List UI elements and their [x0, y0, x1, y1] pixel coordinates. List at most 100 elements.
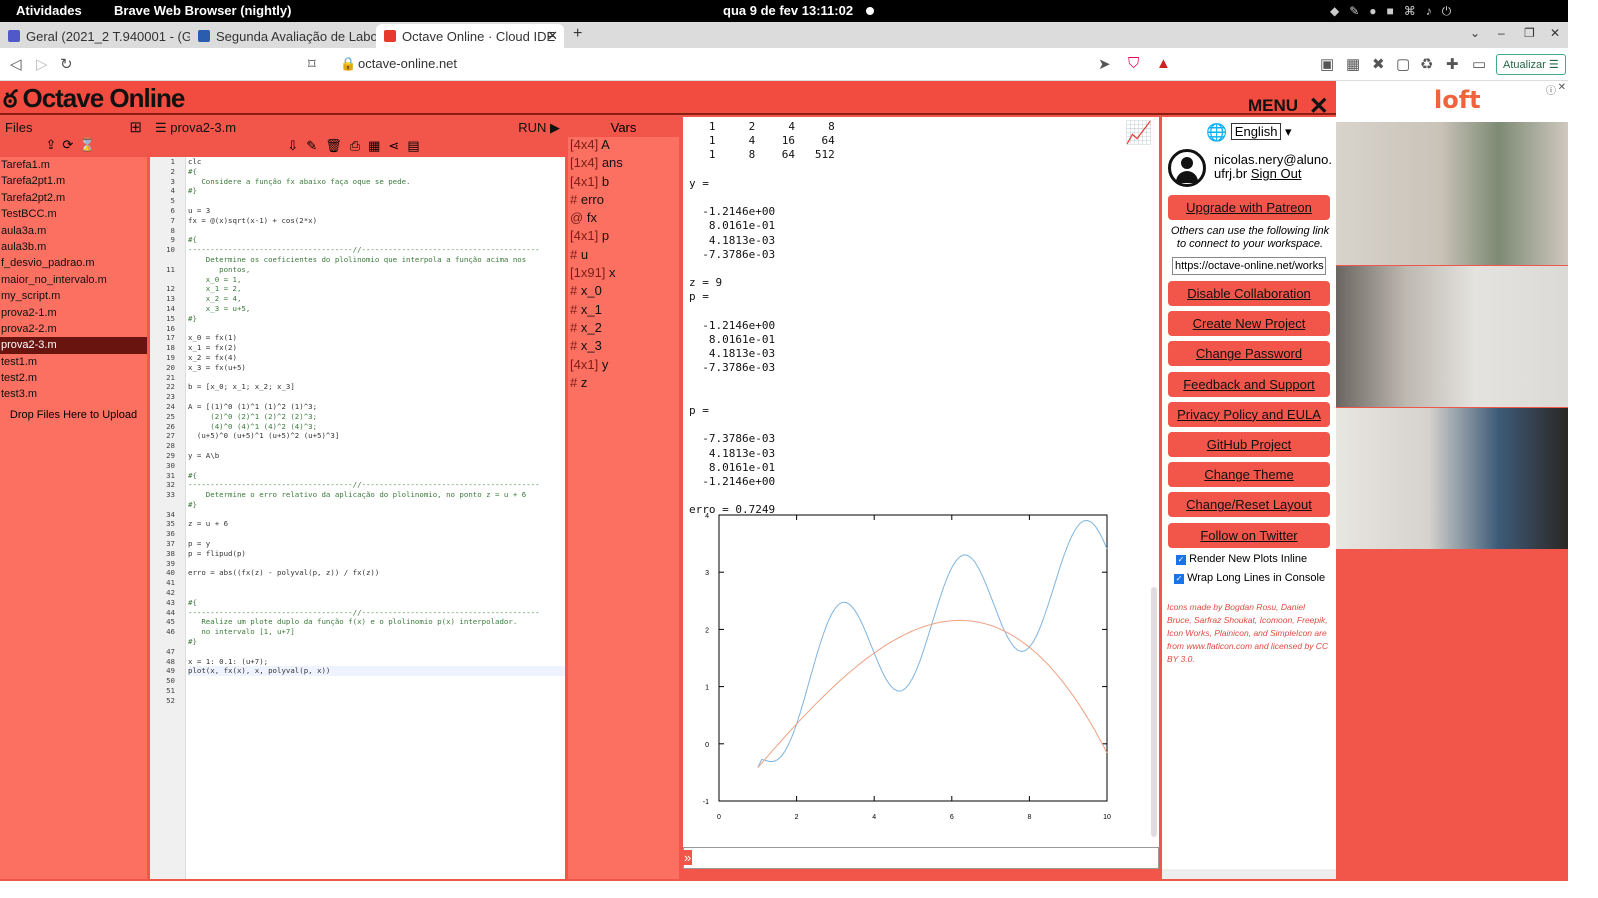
reload-icon[interactable]: ↻ [60, 55, 73, 73]
close-tab-icon[interactable]: ✕ [547, 28, 558, 44]
recycle-icon[interactable]: ♻ [1420, 55, 1433, 73]
file-item[interactable]: Tarefa2pt2.m [0, 190, 147, 206]
file-item[interactable]: test1.m [0, 354, 147, 370]
close-menu-icon[interactable]: ✕ [1309, 93, 1329, 120]
language-select[interactable]: 🌐 English ▾ [1206, 121, 1292, 142]
apartment-photo-3[interactable] [1336, 408, 1568, 549]
send-icon[interactable]: ➤ [1098, 55, 1111, 73]
file-item[interactable]: aula3b.m [0, 239, 147, 255]
var-item[interactable]: [1x91] x [568, 265, 679, 283]
account-button[interactable]: Follow on Twitter [1168, 522, 1330, 548]
var-item[interactable]: # u [568, 247, 679, 265]
var-item[interactable]: # x_1 [568, 302, 679, 320]
var-item[interactable]: # z [568, 375, 679, 393]
back-icon[interactable]: ◁ [10, 55, 22, 73]
code-area[interactable]: clc #{ Considere a função fx abaixo faça … [188, 157, 565, 879]
rewards-icon[interactable]: ▲ [1156, 55, 1171, 72]
upgrade-patreon-button[interactable]: Upgrade with Patreon [1168, 195, 1330, 220]
tab-list-icon[interactable]: ⌄ [1470, 26, 1480, 40]
account-button[interactable]: Change Theme [1168, 462, 1330, 488]
loft-logo[interactable]: loft [1434, 86, 1481, 114]
file-item[interactable]: my_script.m [0, 288, 147, 304]
extension-icon[interactable]: ▣ [1320, 55, 1334, 73]
upload-icon[interactable]: ⇪ [46, 137, 63, 152]
account-button[interactable]: Feedback and Support [1168, 371, 1330, 397]
brave-shield-icon[interactable]: ⛉ [1128, 55, 1139, 72]
refresh-icon[interactable]: ⟳ [62, 137, 79, 152]
print-icon[interactable]: ⎙ [350, 138, 368, 153]
screen-icon[interactable]: ▢ [1396, 55, 1410, 73]
download-icon[interactable]: ⇩ [287, 138, 306, 153]
var-item[interactable]: # erro [568, 192, 679, 210]
clock[interactable]: qua 9 de fev 13:11:02 [723, 3, 853, 18]
tab-avaliacao[interactable]: Segunda Avaliação de Labora [190, 24, 376, 48]
file-item[interactable]: Tarefa1.m [0, 157, 147, 173]
excel-icon[interactable]: ✖ [1372, 55, 1385, 73]
command-input[interactable]: » [683, 847, 1159, 869]
var-item[interactable]: # x_2 [568, 320, 679, 338]
account-button[interactable]: Privacy Policy and EULA [1168, 401, 1330, 427]
file-item[interactable]: Tarefa2pt1.m [0, 173, 147, 189]
octave-logo[interactable]: ఠ Octave Online [3, 83, 185, 119]
file-item[interactable]: prova2-3.m [0, 337, 147, 354]
account-button[interactable]: GitHub Project [1168, 432, 1330, 457]
check-icon[interactable]: ✓ [1176, 555, 1186, 565]
puzzle-icon[interactable]: ✚ [1446, 55, 1459, 73]
file-item[interactable]: f_desvio_padrao.m [0, 255, 147, 271]
file-item[interactable]: prova2-2.m [0, 321, 147, 337]
save-icon[interactable]: ▤ [407, 138, 427, 153]
check-icon[interactable]: ✓ [1174, 574, 1184, 584]
plot-icon[interactable]: 📈 [1125, 121, 1152, 146]
close-window-icon[interactable]: ✕ [1550, 26, 1560, 40]
share-icon[interactable]: ⋖ [388, 138, 407, 153]
var-item[interactable]: # x_0 [568, 283, 679, 301]
file-item[interactable]: test2.m [0, 370, 147, 386]
tab-geral[interactable]: Geral (2021_2 T.940001 - (G [0, 24, 190, 48]
app-name[interactable]: Brave Web Browser (nightly) [114, 3, 291, 18]
render-inline-option[interactable]: ✓ Render New Plots Inline [1176, 553, 1307, 565]
forward-icon[interactable]: ▷ [36, 55, 48, 73]
activities-button[interactable]: Atividades [16, 3, 82, 18]
file-item[interactable]: maior_no_intervalo.m [0, 272, 147, 288]
ad-info-icon[interactable]: ⓘ [1546, 82, 1556, 97]
account-button[interactable]: Disable Collaboration [1168, 281, 1330, 306]
share-url-field[interactable]: https://octave-online.net/works [1172, 257, 1326, 275]
var-item[interactable]: # x_3 [568, 338, 679, 356]
wrap-lines-option[interactable]: ✓ Wrap Long Lines in Console [1174, 572, 1325, 584]
bookmark-icon[interactable]: ⌑ [308, 55, 316, 73]
account-button[interactable]: Change Password [1168, 341, 1330, 367]
apartment-photo-1[interactable] [1336, 122, 1568, 265]
menu-button[interactable]: MENU ✕ [1248, 89, 1329, 120]
tab-octave-online[interactable]: Octave Online · Cloud IDE ✕ [376, 24, 564, 48]
file-item[interactable]: prova2-1.m [0, 305, 147, 321]
var-item[interactable]: @ fx [568, 210, 679, 228]
console-scrollbar[interactable] [1151, 587, 1157, 837]
var-item[interactable]: [4x4] A [568, 137, 679, 155]
new-file-icon[interactable]: ⊞ [129, 118, 142, 136]
update-button[interactable]: Atualizar ☰ [1496, 54, 1566, 75]
wallet-icon[interactable]: ▭ [1472, 55, 1486, 73]
calendar-icon[interactable]: ▦ [1346, 55, 1360, 73]
url-field[interactable]: 🔒 octave-online.net [330, 53, 1120, 75]
rename-icon[interactable]: ✎ [306, 138, 325, 153]
bucket-icon[interactable]: ▦ [368, 138, 388, 153]
var-item[interactable]: [4x1] y [568, 357, 679, 375]
run-button[interactable]: RUN ▶ [518, 120, 560, 136]
new-tab-icon[interactable]: + [573, 25, 582, 43]
delete-icon[interactable]: 🗑 [325, 138, 350, 153]
ad-close-icon[interactable]: ✕ [1558, 82, 1566, 93]
sign-out-link[interactable]: Sign Out [1251, 166, 1302, 181]
var-item[interactable]: [1x4] ans [568, 155, 679, 173]
account-button[interactable]: Create New Project [1168, 311, 1330, 337]
var-item[interactable]: [4x1] p [568, 228, 679, 246]
minimize-icon[interactable]: – [1498, 26, 1505, 40]
file-item[interactable]: TestBCC.m [0, 206, 147, 222]
var-item[interactable]: [4x1] b [568, 174, 679, 192]
account-scrollbar[interactable] [1162, 869, 1336, 879]
file-item[interactable]: aula3a.m [0, 223, 147, 239]
restore-icon[interactable]: ❐ [1524, 26, 1535, 40]
editor-menu-icon[interactable]: ☰ [155, 120, 167, 135]
apartment-photo-2[interactable] [1336, 266, 1568, 407]
hourglass-icon[interactable]: ⌛ [79, 137, 101, 152]
account-button[interactable]: Change/Reset Layout [1168, 492, 1330, 518]
